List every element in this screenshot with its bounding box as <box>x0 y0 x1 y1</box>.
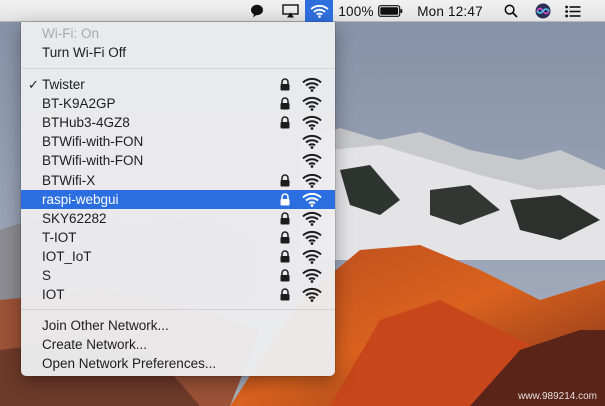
network-name: T-IOT <box>42 229 77 245</box>
wifi-status-label: Wi-Fi: On <box>42 26 99 41</box>
network-item[interactable]: T-IOT <box>21 228 335 247</box>
search-icon[interactable] <box>500 0 522 22</box>
battery-icon[interactable] <box>375 0 405 22</box>
wifi-menu-extra-icon[interactable] <box>305 0 333 22</box>
network-item[interactable]: raspi-webgui <box>21 189 335 209</box>
network-name: BT-K9A2GP <box>42 96 116 112</box>
network-name: BTHub3-4GZ8 <box>42 115 130 131</box>
lock-icon <box>280 269 290 282</box>
notification-center-icon[interactable] <box>562 0 584 22</box>
network-name: IOT <box>42 287 65 303</box>
message-bubble-icon[interactable] <box>246 0 268 22</box>
create-network-label: Create Network... <box>42 337 148 352</box>
network-item[interactable]: SKY62282 <box>21 209 335 228</box>
open-network-preferences-item[interactable]: Open Network Preferences... <box>21 354 335 373</box>
menu-separator <box>21 68 335 69</box>
wifi-signal-icon <box>302 135 322 150</box>
network-name: BTWifi-with-FON <box>42 153 144 169</box>
menubar-clock[interactable]: Mon 12:47 <box>410 0 490 22</box>
wifi-signal-icon <box>302 192 322 207</box>
join-other-network-item[interactable]: Join Other Network... <box>21 316 335 335</box>
wifi-signal-icon <box>302 116 322 131</box>
lock-icon <box>280 78 290 91</box>
siri-icon[interactable] <box>532 0 554 22</box>
network-name: S <box>42 268 52 283</box>
wifi-dropdown-menu: Wi-Fi: On Turn Wi-Fi Off Join Other Netw… <box>21 22 335 376</box>
network-item[interactable]: BT-K9A2GP <box>21 94 335 113</box>
network-item[interactable]: ✓ Twister <box>21 75 335 94</box>
watermark: www.989214.com <box>518 391 597 402</box>
network-name: raspi-webgui <box>42 191 119 207</box>
network-name: BTWifi-X <box>42 172 96 188</box>
battery-percentage: 100% <box>338 3 374 19</box>
network-item[interactable]: IOT_IoT <box>21 247 335 266</box>
airplay-icon[interactable] <box>278 0 302 22</box>
lock-icon <box>280 212 290 225</box>
wifi-signal-icon <box>302 230 322 245</box>
wifi-signal-icon <box>302 211 322 226</box>
open-network-preferences-label: Open Network Preferences... <box>42 356 217 371</box>
lock-icon <box>280 288 290 301</box>
network-name: IOT_IoT <box>42 248 92 264</box>
network-item[interactable]: IOT <box>21 285 335 304</box>
menu-separator <box>21 309 335 310</box>
checkmark-icon: ✓ <box>28 76 39 92</box>
wifi-status-item: Wi-Fi: On <box>21 24 335 43</box>
lock-icon <box>280 173 290 186</box>
network-name: SKY62282 <box>42 210 107 226</box>
wifi-signal-icon <box>302 77 322 92</box>
wifi-signal-icon <box>302 288 322 302</box>
wifi-signal-icon <box>302 97 322 111</box>
menu-bar: 100% Mon 12:47 <box>0 0 605 22</box>
lock-icon <box>280 231 290 244</box>
wifi-signal-icon <box>302 249 322 264</box>
turn-wifi-off-item[interactable]: Turn Wi-Fi Off <box>21 43 335 62</box>
turn-wifi-off-label: Turn Wi-Fi Off <box>42 45 126 60</box>
wifi-signal-icon <box>302 173 322 188</box>
wifi-signal-icon <box>302 268 322 283</box>
network-name: Twister <box>42 77 85 92</box>
lock-icon <box>280 250 290 263</box>
network-item[interactable]: BTWifi-X <box>21 171 335 190</box>
network-item[interactable]: BTHub3-4GZ8 <box>21 113 335 132</box>
lock-icon <box>280 97 290 110</box>
network-name: BTWifi-with-FON <box>42 134 144 150</box>
network-item[interactable]: S <box>21 266 335 285</box>
network-item[interactable]: BTWifi-with-FON <box>21 151 335 170</box>
network-item[interactable]: BTWifi-with-FON <box>21 132 335 151</box>
create-network-item[interactable]: Create Network... <box>21 335 335 354</box>
lock-icon <box>280 116 290 129</box>
lock-icon <box>280 192 290 206</box>
wifi-signal-icon <box>302 154 322 169</box>
join-other-network-label: Join Other Network... <box>42 318 169 333</box>
